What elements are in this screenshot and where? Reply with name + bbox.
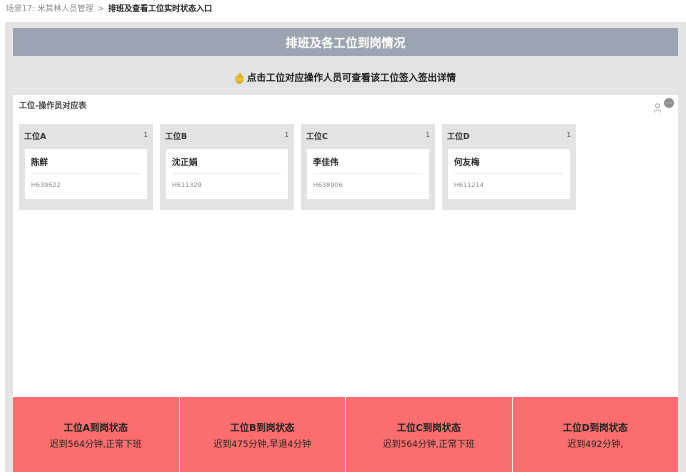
- instruction-tip: 点击工位对应操作人员可查看该工位签入签出详情: [13, 66, 678, 88]
- operator-id: H611214: [454, 181, 484, 189]
- station-card-b: 工位B 1 沈正娟 H611329: [160, 124, 294, 210]
- pointing-hand-icon: [235, 72, 245, 84]
- operator-id: H611329: [172, 181, 202, 189]
- operator-card[interactable]: 何友梅 H611214: [448, 149, 570, 199]
- breadcrumb-separator: >: [97, 4, 105, 13]
- operator-name: 陈鲜: [31, 158, 49, 168]
- card-divider: [313, 173, 423, 174]
- status-desc: 迟到564分钟,正常下班: [382, 439, 475, 450]
- station-card-d: 工位D 1 何友梅 H611214: [442, 124, 576, 210]
- operator-name: 沈正娟: [172, 158, 198, 168]
- status-desc: 迟到492分钟,: [567, 439, 624, 450]
- panel-tools: ⋯: [653, 98, 674, 113]
- page-title-bar: 排班及各工位到岗情况: [13, 28, 678, 56]
- station-card-c: 工位C 1 李佳伟 H638906: [301, 124, 435, 210]
- status-title: 工位A到岗状态: [63, 422, 128, 434]
- station-count: 1: [143, 131, 148, 139]
- instruction-text: 点击工位对应操作人员可查看该工位签入签出详情: [246, 73, 456, 84]
- station-card-a: 工位A 1 陈鲜 H639622: [19, 124, 153, 210]
- operator-card[interactable]: 沈正娟 H611329: [166, 149, 288, 199]
- breadcrumb-scene: 场景17:: [6, 4, 35, 13]
- card-divider: [454, 173, 564, 174]
- status-title: 工位D到岗状态: [562, 422, 628, 434]
- station-name: 工位A: [24, 132, 47, 141]
- breadcrumb-parent-link[interactable]: 米其林人员管理: [37, 4, 93, 13]
- status-desc: 迟到564分钟,正常下班: [49, 439, 142, 450]
- station-count: 1: [425, 131, 430, 139]
- operator-name: 李佳伟: [313, 158, 339, 168]
- station-name: 工位B: [165, 132, 188, 141]
- station-count: 1: [284, 131, 289, 139]
- status-card-c[interactable]: 工位C到岗状态 迟到564分钟,正常下班: [346, 397, 513, 472]
- operator-card[interactable]: 李佳伟 H638906: [307, 149, 429, 199]
- status-card-a[interactable]: 工位A到岗状态 迟到564分钟,正常下班: [13, 397, 180, 472]
- operator-id: H638906: [313, 181, 343, 189]
- station-count: 1: [566, 131, 571, 139]
- breadcrumb: 场景17: 米其林人员管理 > 排班及查看工位实时状态入口: [6, 3, 212, 14]
- status-desc: 迟到475分钟,早退4分钟: [213, 439, 312, 450]
- card-divider: [172, 173, 282, 174]
- station-name: 工位D: [447, 132, 470, 141]
- more-options-icon[interactable]: ⋯: [664, 98, 674, 108]
- operator-card[interactable]: 陈鲜 H639622: [25, 149, 147, 199]
- user-icon[interactable]: [653, 98, 662, 113]
- page-title: 排班及各工位到岗情况: [285, 35, 406, 50]
- status-title: 工位C到岗状态: [396, 422, 461, 434]
- status-card-b[interactable]: 工位B到岗状态 迟到475分钟,早退4分钟: [179, 397, 346, 472]
- panel-title: 工位-操作员对应表: [19, 101, 87, 110]
- operator-name: 何友梅: [454, 158, 480, 168]
- main-frame: 排班及各工位到岗情况 点击工位对应操作人员可查看该工位签入签出详情 工位-操作员…: [5, 22, 686, 472]
- status-title: 工位B到岗状态: [230, 422, 295, 434]
- attendance-status-row: 工位A到岗状态 迟到564分钟,正常下班 工位B到岗状态 迟到475分钟,早退4…: [13, 397, 678, 472]
- status-card-d[interactable]: 工位D到岗状态 迟到492分钟,: [512, 397, 678, 472]
- station-operator-panel: 工位-操作员对应表 ⋯ 工位A 1 陈鲜 H639622 工位B 1 沈正娟 H…: [13, 95, 678, 397]
- station-name: 工位C: [306, 132, 328, 141]
- operator-id: H639622: [31, 181, 61, 189]
- breadcrumb-current: 排班及查看工位实时状态入口: [108, 4, 213, 13]
- card-divider: [31, 173, 141, 174]
